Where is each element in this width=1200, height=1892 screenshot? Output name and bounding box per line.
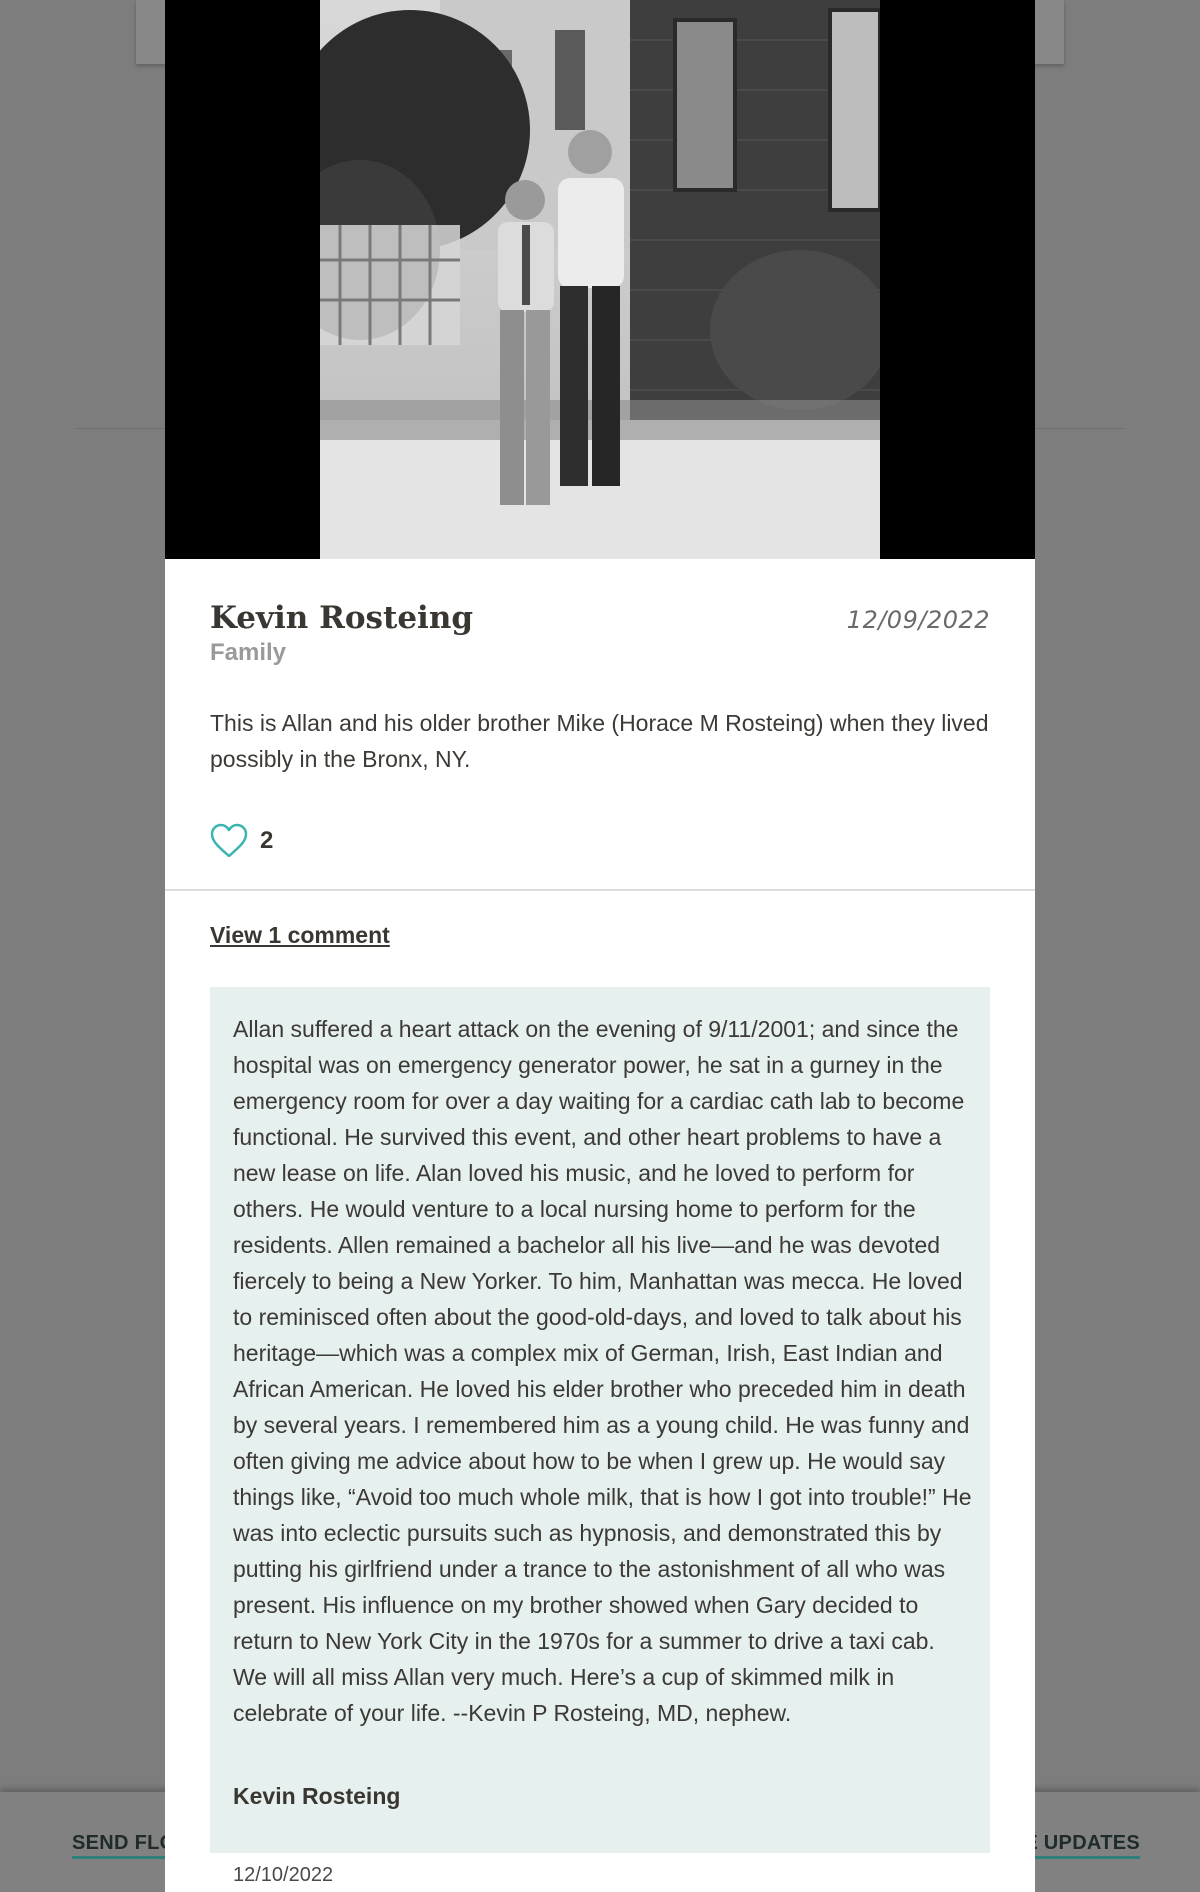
comment-text: Allan suffered a heart attack on the eve… [233,1016,972,1726]
section-divider [165,889,1035,891]
receive-updates-link[interactable]: E UPDATES [1024,1832,1140,1859]
likes-row: 2 [210,823,273,859]
like-count: 2 [260,827,274,854]
post-caption: This is Allan and his older brother Mike… [210,710,989,772]
memory-photo [320,0,880,559]
memory-modal: Kevin Rosteing Family 12/09/2022 This is… [165,0,1035,1892]
heart-icon[interactable] [210,823,248,859]
send-flowers-link[interactable]: SEND FLO [72,1832,176,1859]
post-date: 12/09/2022 [846,606,990,634]
comment-card: Allan suffered a heart attack on the eve… [210,987,990,1853]
post-relationship: Family [210,639,287,667]
comment-date: 12/10/2022 [233,1864,334,1886]
view-comments-link[interactable]: View 1 comment [210,922,390,949]
photo-frame [165,0,1035,559]
comment-author: Kevin Rosteing [233,1783,401,1809]
